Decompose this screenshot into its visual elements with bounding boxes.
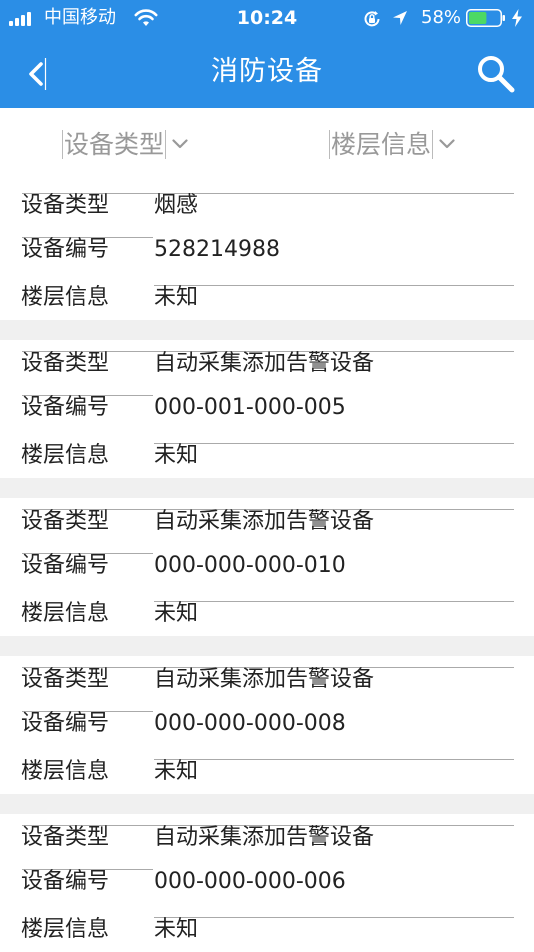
device-list: 设备类型 烟感 设备编号 528214988 楼层信息 未知 设备类型 自动采集… <box>0 182 534 952</box>
device-card[interactable]: 设备类型 自动采集添加告警设备 设备编号 000-000-000-006 楼层信… <box>0 814 534 952</box>
floor-value: 未知 <box>154 285 199 310</box>
chevron-left-icon <box>29 58 47 90</box>
floor-value: 未知 <box>154 601 199 626</box>
floor-label: 楼层信息 <box>21 443 110 468</box>
device-number-row: 设备编号 000-000-000-006 <box>0 862 534 902</box>
list-separator <box>0 794 534 814</box>
device-type-value: 自动采集添加告警设备 <box>154 667 375 692</box>
device-type-value: 烟感 <box>154 193 199 218</box>
device-number-value: 000-000-000-008 <box>154 711 346 736</box>
device-number-value: 000-000-000-010 <box>154 553 346 578</box>
device-type-row: 设备类型 自动采集添加告警设备 <box>0 344 534 384</box>
device-type-row: 设备类型 自动采集添加告警设备 <box>0 818 534 858</box>
device-type-row: 设备类型 自动采集添加告警设备 <box>0 660 534 700</box>
device-number-row: 设备编号 000-001-000-005 <box>0 388 534 428</box>
device-number-value: 528214988 <box>154 237 280 262</box>
floor-value: 未知 <box>154 917 199 942</box>
device-type-label: 设备类型 <box>21 351 110 376</box>
floor-label: 楼层信息 <box>21 759 110 784</box>
device-type-label: 设备类型 <box>21 193 110 218</box>
device-number-label: 设备编号 <box>21 869 110 894</box>
device-type-value: 自动采集添加告警设备 <box>154 825 375 850</box>
list-separator <box>0 320 534 340</box>
search-icon <box>478 56 515 93</box>
floor-filter[interactable]: 楼层信息 <box>329 128 455 162</box>
search-button[interactable] <box>474 52 518 96</box>
floor-row: 楼层信息 未知 <box>0 278 534 318</box>
device-number-row: 设备编号 000-000-000-008 <box>0 704 534 744</box>
device-type-filter-label: 设备类型 <box>62 130 167 159</box>
list-separator <box>0 636 534 656</box>
device-card[interactable]: 设备类型 自动采集添加告警设备 设备编号 000-000-000-008 楼层信… <box>0 656 534 794</box>
device-card[interactable]: 设备类型 烟感 设备编号 528214988 楼层信息 未知 <box>0 182 534 320</box>
device-number-value: 000-000-000-006 <box>154 869 346 894</box>
device-type-label: 设备类型 <box>21 509 110 534</box>
app-header: 中国移动 10:24 58% 消防设备 <box>0 0 534 108</box>
device-type-value: 自动采集添加告警设备 <box>154 351 375 376</box>
location-icon <box>393 11 407 25</box>
floor-value: 未知 <box>154 759 199 784</box>
device-type-row: 设备类型 烟感 <box>0 186 534 226</box>
floor-value: 未知 <box>154 443 199 468</box>
device-card[interactable]: 设备类型 自动采集添加告警设备 设备编号 000-001-000-005 楼层信… <box>0 340 534 478</box>
device-number-label: 设备编号 <box>21 237 110 262</box>
device-number-row: 设备编号 000-000-000-010 <box>0 546 534 586</box>
floor-filter-label: 楼层信息 <box>329 130 434 159</box>
floor-label: 楼层信息 <box>21 917 110 942</box>
battery-percent: 58% <box>421 7 462 28</box>
device-card[interactable]: 设备类型 自动采集添加告警设备 设备编号 000-000-000-010 楼层信… <box>0 498 534 636</box>
floor-row: 楼层信息 未知 <box>0 436 534 476</box>
status-bar: 中国移动 10:24 58% <box>0 0 534 36</box>
floor-row: 楼层信息 未知 <box>0 910 534 950</box>
device-number-row: 设备编号 528214988 <box>0 230 534 270</box>
floor-row: 楼层信息 未知 <box>0 594 534 634</box>
filter-bar: 设备类型 楼层信息 <box>0 108 534 183</box>
chevron-down-icon <box>172 139 188 149</box>
device-number-label: 设备编号 <box>21 395 110 420</box>
device-type-value: 自动采集添加告警设备 <box>154 509 375 534</box>
device-type-label: 设备类型 <box>21 825 110 850</box>
battery-icon <box>466 9 505 27</box>
device-type-label: 设备类型 <box>21 667 110 692</box>
back-button[interactable] <box>24 54 50 94</box>
list-separator <box>0 478 534 498</box>
chevron-down-icon <box>439 139 455 149</box>
device-type-filter[interactable]: 设备类型 <box>62 128 188 162</box>
nav-bar: 消防设备 <box>0 36 534 108</box>
device-number-label: 设备编号 <box>21 711 110 736</box>
device-type-row: 设备类型 自动采集添加告警设备 <box>0 502 534 542</box>
floor-label: 楼层信息 <box>21 601 110 626</box>
floor-label: 楼层信息 <box>21 285 110 310</box>
device-number-label: 设备编号 <box>21 553 110 578</box>
device-number-value: 000-001-000-005 <box>154 395 346 420</box>
orientation-lock-icon <box>364 11 380 27</box>
floor-row: 楼层信息 未知 <box>0 752 534 792</box>
page-title: 消防设备 <box>211 56 323 87</box>
charging-icon <box>512 9 522 27</box>
